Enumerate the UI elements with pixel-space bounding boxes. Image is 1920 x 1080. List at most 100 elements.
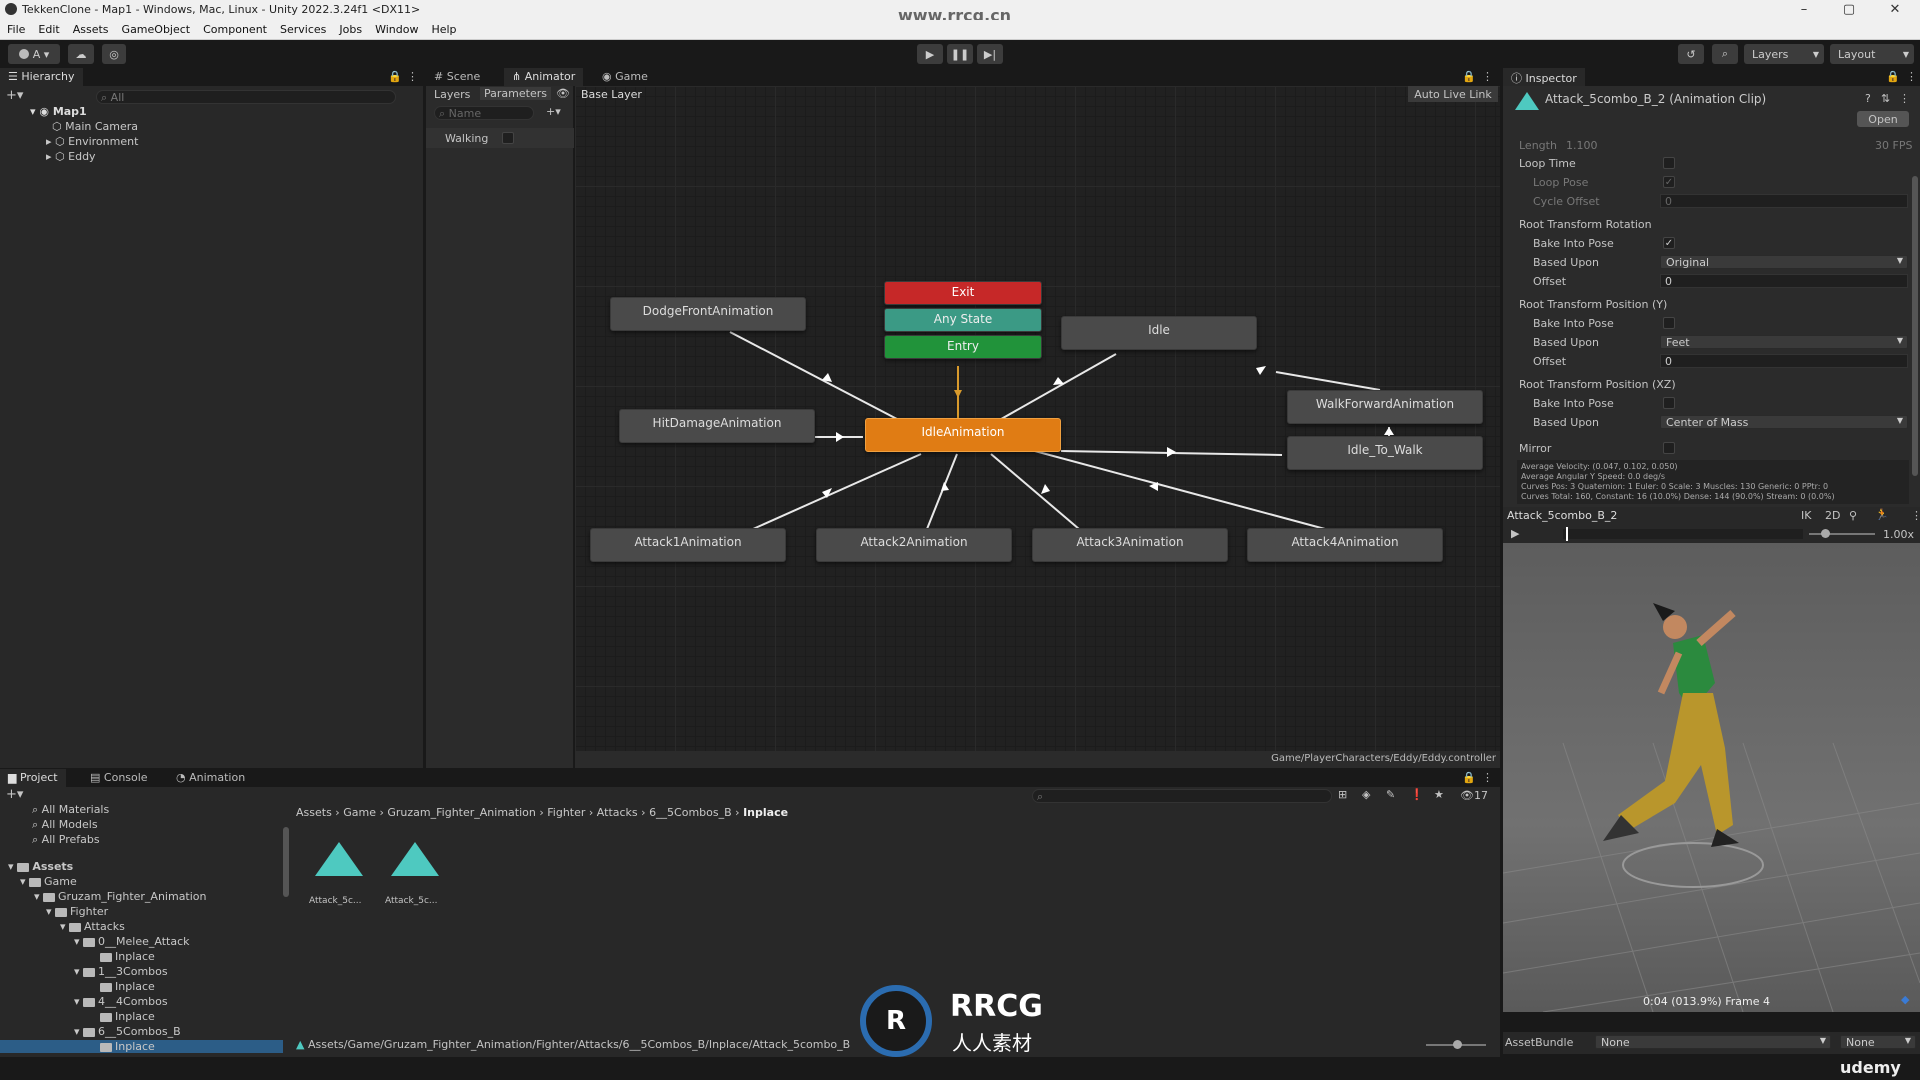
breadcrumb-item[interactable]: Attacks bbox=[597, 806, 638, 819]
rty-offset-field[interactable]: 0 bbox=[1660, 354, 1908, 368]
speed-slider-handle[interactable] bbox=[1821, 529, 1830, 538]
state-walk-forward[interactable]: WalkForwardAnimation bbox=[1287, 390, 1483, 424]
layers-dropdown[interactable]: Layers ▼ bbox=[1744, 44, 1824, 64]
state-attack1[interactable]: Attack1Animation bbox=[590, 528, 786, 562]
parameter-search-input[interactable]: ⌕ Name bbox=[434, 106, 534, 120]
help-icon[interactable]: ? bbox=[1865, 92, 1871, 105]
menu-file[interactable]: File bbox=[0, 20, 31, 36]
breadcrumb-item[interactable]: Assets bbox=[296, 806, 332, 819]
tab-animation[interactable]: ◔ Animation bbox=[168, 769, 253, 787]
favorite-item[interactable]: ⌕ All Models bbox=[32, 818, 98, 832]
folder-assets[interactable]: ▾ Assets bbox=[8, 860, 73, 873]
add-parameter-button[interactable]: +▾ bbox=[546, 105, 561, 118]
more-icon[interactable]: ⋮ bbox=[1899, 92, 1910, 105]
2d-toggle[interactable]: 2D bbox=[1825, 509, 1840, 522]
state-exit[interactable]: Exit bbox=[884, 281, 1042, 305]
asset-tile[interactable]: Attack_5c... bbox=[383, 842, 447, 912]
state-idle-animation[interactable]: IdleAnimation bbox=[865, 418, 1061, 452]
animator-graph[interactable]: Base Layer Auto Live Link Exit Any State… bbox=[575, 86, 1500, 751]
folder-inplace[interactable]: Inplace bbox=[100, 1010, 155, 1023]
menu-help[interactable]: Help bbox=[424, 20, 462, 36]
folder-game[interactable]: ▾ Game bbox=[20, 875, 77, 888]
menu-edit[interactable]: Edit bbox=[31, 20, 65, 36]
folder-fighter[interactable]: ▾ Fighter bbox=[46, 905, 108, 918]
layout-dropdown[interactable]: Layout ▼ bbox=[1830, 44, 1914, 64]
rtr-offset-field[interactable]: 0 bbox=[1660, 274, 1908, 288]
menu-assets[interactable]: Assets bbox=[66, 20, 115, 36]
step-button[interactable]: ▶| bbox=[977, 44, 1003, 64]
state-dodge-front[interactable]: DodgeFrontAnimation bbox=[610, 297, 806, 331]
more-icon[interactable]: ⋮ bbox=[407, 70, 418, 83]
tab-project[interactable]: ▆ Project bbox=[0, 769, 66, 787]
filter-type-icon[interactable]: ⊞ bbox=[1338, 788, 1347, 801]
favorite-item[interactable]: ⌕ All Materials bbox=[32, 803, 109, 817]
folder-inplace[interactable]: Inplace bbox=[100, 950, 155, 963]
eye-icon[interactable]: 👁 bbox=[556, 87, 570, 100]
menu-jobs[interactable]: Jobs bbox=[332, 20, 368, 36]
breadcrumb-item[interactable]: 6__5Combos_B bbox=[649, 806, 732, 819]
close-button[interactable]: ✕ bbox=[1880, 2, 1910, 17]
menu-window[interactable]: Window bbox=[368, 20, 424, 36]
hierarchy-item[interactable]: ⬡ Main Camera bbox=[52, 120, 138, 133]
asset-tile[interactable]: Attack_5c... bbox=[307, 842, 371, 912]
more-icon[interactable]: ⋮ bbox=[1911, 509, 1920, 522]
lock-icon[interactable]: 🔒 bbox=[1886, 70, 1900, 83]
state-any-state[interactable]: Any State bbox=[884, 308, 1042, 332]
preview-scrubber[interactable] bbox=[1563, 529, 1803, 539]
hierarchy-item[interactable]: ▸ ⬡ Eddy bbox=[46, 150, 96, 163]
add-asset-button[interactable]: +▾ bbox=[6, 787, 23, 802]
tab-layers[interactable]: Layers bbox=[434, 88, 470, 101]
state-entry[interactable]: Entry bbox=[884, 335, 1042, 359]
state-idle-to-walk[interactable]: Idle_To_Walk bbox=[1287, 436, 1483, 470]
breadcrumb-item[interactable]: Fighter bbox=[547, 806, 585, 819]
menu-component[interactable]: Component bbox=[196, 20, 273, 36]
more-icon[interactable]: ⋮ bbox=[1482, 771, 1493, 784]
loop-time-checkbox[interactable] bbox=[1663, 157, 1675, 169]
filter-label-icon[interactable]: ◈ bbox=[1362, 788, 1370, 801]
menu-services[interactable]: Services bbox=[273, 20, 332, 36]
favorite-item[interactable]: ⌕ All Prefabs bbox=[32, 833, 100, 847]
tab-parameters[interactable]: Parameters bbox=[480, 87, 551, 100]
parameter-checkbox[interactable] bbox=[502, 132, 514, 144]
account-button[interactable]: A ▾ bbox=[8, 44, 60, 64]
maximize-button[interactable]: ▢ bbox=[1834, 2, 1864, 17]
minimize-button[interactable]: – bbox=[1789, 2, 1819, 17]
folder-inplace[interactable]: Inplace bbox=[100, 980, 155, 993]
filter-icon[interactable]: ✎ bbox=[1386, 788, 1395, 801]
tab-scene[interactable]: # Scene bbox=[426, 68, 488, 86]
preview-play-button[interactable]: ▶ bbox=[1511, 527, 1519, 540]
project-search-input[interactable]: ⌕ bbox=[1032, 789, 1332, 803]
cloud-button[interactable]: ☁ bbox=[68, 44, 94, 64]
more-icon[interactable]: ⋮ bbox=[1906, 70, 1917, 83]
rtr-based-upon-dropdown[interactable]: Original ▼ bbox=[1660, 255, 1908, 269]
tab-inspector[interactable]: ⓘ Inspector bbox=[1503, 68, 1585, 86]
folder-3combos[interactable]: ▾ 1__3Combos bbox=[74, 965, 168, 978]
parameter-row[interactable]: Walking bbox=[426, 128, 574, 148]
warning-icon[interactable]: ❗ bbox=[1410, 788, 1424, 801]
add-button[interactable]: +▾ bbox=[6, 88, 23, 103]
lock-icon[interactable]: 🔒 bbox=[1462, 771, 1476, 784]
folder-4combos[interactable]: ▾ 4__4Combos bbox=[74, 995, 168, 1008]
tree-scrollbar[interactable] bbox=[283, 827, 289, 897]
settings-icon[interactable]: ⇅ bbox=[1881, 92, 1890, 105]
folder-melee[interactable]: ▾ 0__Melee_Attack bbox=[74, 935, 190, 948]
tab-animator[interactable]: ⋔ Animator bbox=[504, 68, 584, 86]
favorite-icon[interactable]: ★ bbox=[1434, 788, 1444, 801]
folder-5combos-b[interactable]: ▾ 6__5Combos_B bbox=[74, 1025, 181, 1038]
speed-slider-track[interactable] bbox=[1809, 533, 1875, 535]
play-button[interactable]: ▶ bbox=[917, 44, 943, 64]
inspector-scrollbar[interactable] bbox=[1912, 176, 1918, 476]
rtr-bake-checkbox[interactable]: ✓ bbox=[1663, 237, 1675, 249]
pivot-icon[interactable]: ⚲ bbox=[1849, 509, 1857, 522]
tab-hierarchy[interactable]: ☰ Hierarchy bbox=[0, 68, 83, 86]
icon-size-slider-handle[interactable] bbox=[1453, 1040, 1462, 1049]
animation-preview-viewport[interactable]: 0:04 (013.9%) Frame 4 ◆ bbox=[1503, 543, 1920, 1012]
folder-gruzam[interactable]: ▾ Gruzam_Fighter_Animation bbox=[34, 890, 207, 903]
breadcrumb-item[interactable]: Game bbox=[343, 806, 376, 819]
state-attack2[interactable]: Attack2Animation bbox=[816, 528, 1012, 562]
folder-inplace-selected[interactable]: Inplace bbox=[0, 1040, 283, 1053]
breadcrumb-item[interactable]: Inplace bbox=[743, 806, 788, 819]
assetbundle-dropdown[interactable]: None ▼ bbox=[1595, 1035, 1831, 1049]
state-attack4[interactable]: Attack4Animation bbox=[1247, 528, 1443, 562]
open-button[interactable]: Open bbox=[1857, 111, 1909, 127]
